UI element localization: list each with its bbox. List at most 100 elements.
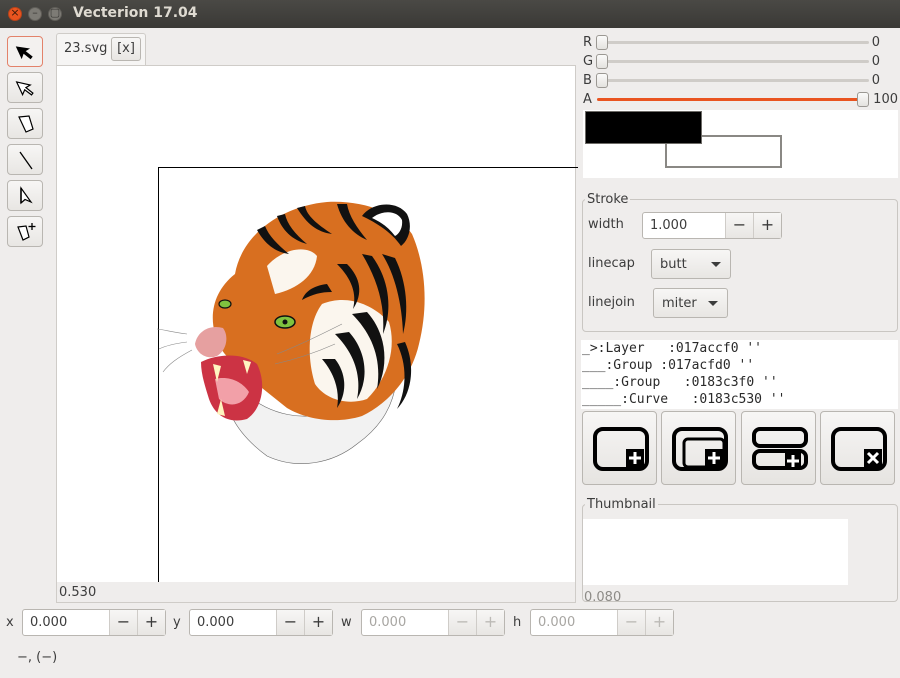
close-icon: × [10,6,20,19]
linejoin-dropdown[interactable]: miter [653,288,728,318]
foreground-color-swatch[interactable] [585,111,702,144]
w-decrement-button[interactable]: − [448,610,476,635]
stroke-width-value: 1.000 [650,218,688,233]
add-child-layer-icon [672,427,728,471]
color-swatch-panel [583,110,898,178]
blue-track [597,79,869,82]
title-bar: × – ▢ Vecterion 17.04 [0,0,900,28]
tab-document[interactable]: 23.svg [x] [56,33,146,66]
layer-tree[interactable]: _>:Layer :017accf0 '' ___:Group :017acfd… [581,340,898,409]
line-icon [19,151,33,170]
linejoin-value: miter [662,296,697,311]
x-value: 0.000 [30,615,68,630]
thumbnail-title: Thumbnail [587,497,656,512]
tool-node-select[interactable] [7,72,43,103]
green-track [597,60,869,63]
node-select-arrow-icon [15,81,34,97]
cursor-position: −, (−) [17,650,58,665]
stroke-width-increment-button[interactable]: + [753,213,781,238]
linecap-label: linecap [588,256,635,271]
h-label: h [513,615,522,630]
stroke-width-decrement-button[interactable]: − [725,213,753,238]
w-label: w [341,615,352,630]
h-value: 0.000 [538,615,576,630]
linecap-dropdown[interactable]: butt [651,249,731,279]
node-edit-icon [20,186,33,205]
chevron-down-icon [711,262,721,267]
tool-line[interactable] [7,144,43,175]
stroke-width-label: width [588,217,624,232]
y-label: y [173,615,181,630]
add-layer-button[interactable] [582,411,657,485]
stroke-title: Stroke [587,192,629,207]
maximize-icon: ▢ [49,6,61,19]
window-title: Vecterion 17.04 [73,5,198,21]
window-minimize-button[interactable]: – [28,6,42,21]
blue-slider-row: B 0 [583,73,899,89]
drawing-canvas[interactable]: 0.530 [56,65,578,603]
h-decrement-button[interactable]: − [617,610,645,635]
blue-value: 0 [871,73,880,88]
tool-node-edit[interactable] [7,180,43,211]
w-spinner[interactable]: 0.000 − + [361,609,505,636]
add-node-icon [17,223,36,241]
linecap-value: butt [660,257,687,272]
thumbnail-preview[interactable] [583,519,848,585]
tool-select[interactable] [7,36,43,67]
linejoin-label: linejoin [588,295,635,310]
x-increment-button[interactable]: + [137,610,165,635]
tool-pen[interactable] [7,108,43,139]
y-decrement-button[interactable]: − [276,610,304,635]
alpha-slider-row: A 100 [583,92,899,108]
add-layer-below-button[interactable] [741,411,816,485]
delete-layer-icon [831,427,887,471]
green-value: 0 [871,54,880,69]
blue-slider-handle[interactable] [596,73,608,88]
add-child-layer-button[interactable] [661,411,736,485]
w-increment-button[interactable]: + [476,610,504,635]
alpha-slider-handle[interactable] [857,92,869,107]
add-layer-icon [593,427,649,471]
y-value: 0.000 [197,615,235,630]
green-slider-handle[interactable] [596,54,608,69]
alpha-label: A [583,92,592,107]
pen-shape-icon [18,115,34,133]
red-slider-handle[interactable] [596,35,608,50]
x-spinner[interactable]: 0.000 − + [22,609,166,636]
tree-row[interactable]: ___:Group :017acfd0 '' [581,357,898,374]
minimize-icon: – [32,6,38,19]
tree-row[interactable]: _____:Curve :0183c530 '' [581,391,898,408]
h-spinner[interactable]: 0.000 − + [530,609,674,636]
delete-layer-button[interactable] [820,411,895,485]
green-slider-row: G 0 [583,54,899,70]
tiger-artwork-image [157,201,425,464]
x-decrement-button[interactable]: − [109,610,137,635]
x-label: x [6,615,14,630]
red-slider-row: R 0 [583,35,899,51]
h-increment-button[interactable]: + [645,610,673,635]
w-value: 0.000 [369,615,407,630]
window-maximize-button[interactable]: ▢ [48,6,62,21]
window-close-button[interactable]: × [8,6,22,21]
tab-close-button[interactable]: [x] [111,37,141,61]
y-increment-button[interactable]: + [304,610,332,635]
green-label: G [583,54,594,69]
canvas-status-bar: 0.530 [57,582,575,602]
alpha-track [597,98,869,101]
y-spinner[interactable]: 0.000 − + [189,609,333,636]
select-arrow-icon [15,46,33,60]
alpha-value: 100 [873,92,898,107]
zoom-level: 0.530 [59,585,97,600]
tab-filename: 23.svg [64,41,108,56]
tool-add-node[interactable] [7,216,43,247]
red-label: R [583,35,593,50]
red-value: 0 [871,35,880,50]
tree-row[interactable]: _>:Layer :017accf0 '' [581,340,898,357]
add-layer-below-icon [752,427,808,470]
thumbnail-group: Thumbnail 0.080 [582,497,898,605]
stroke-width-spinner[interactable]: 1.000 − + [642,212,782,239]
red-track [597,41,869,44]
tree-row[interactable]: ____:Group :0183c3f0 '' [581,374,898,391]
thumbnail-zoom: 0.080 [584,590,622,605]
blue-label: B [583,73,592,88]
